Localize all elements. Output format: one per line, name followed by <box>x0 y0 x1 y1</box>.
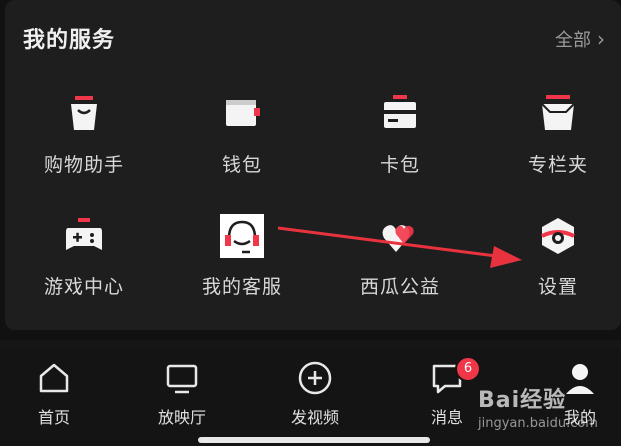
divider <box>0 340 621 348</box>
tab-post-video[interactable]: 发视频 <box>265 360 365 428</box>
tab-label: 发视频 <box>290 408 339 427</box>
watermark-logo: Bai经验 <box>478 388 567 413</box>
baidu-jingyan-watermark: Bai经验 jingyan.baidu.com <box>478 382 598 431</box>
home-icon <box>39 363 69 393</box>
tab-theater[interactable]: 放映厅 <box>132 360 232 428</box>
unread-badge: 6 <box>455 356 481 382</box>
home-indicator[interactable] <box>198 437 430 443</box>
tab-label: 放映厅 <box>157 408 206 427</box>
tv-icon <box>166 364 198 394</box>
watermark-url: jingyan.baidu.com <box>478 416 598 431</box>
tab-label: 首页 <box>37 408 70 427</box>
plus-circle-icon <box>298 361 332 395</box>
tab-home[interactable]: 首页 <box>4 360 104 428</box>
